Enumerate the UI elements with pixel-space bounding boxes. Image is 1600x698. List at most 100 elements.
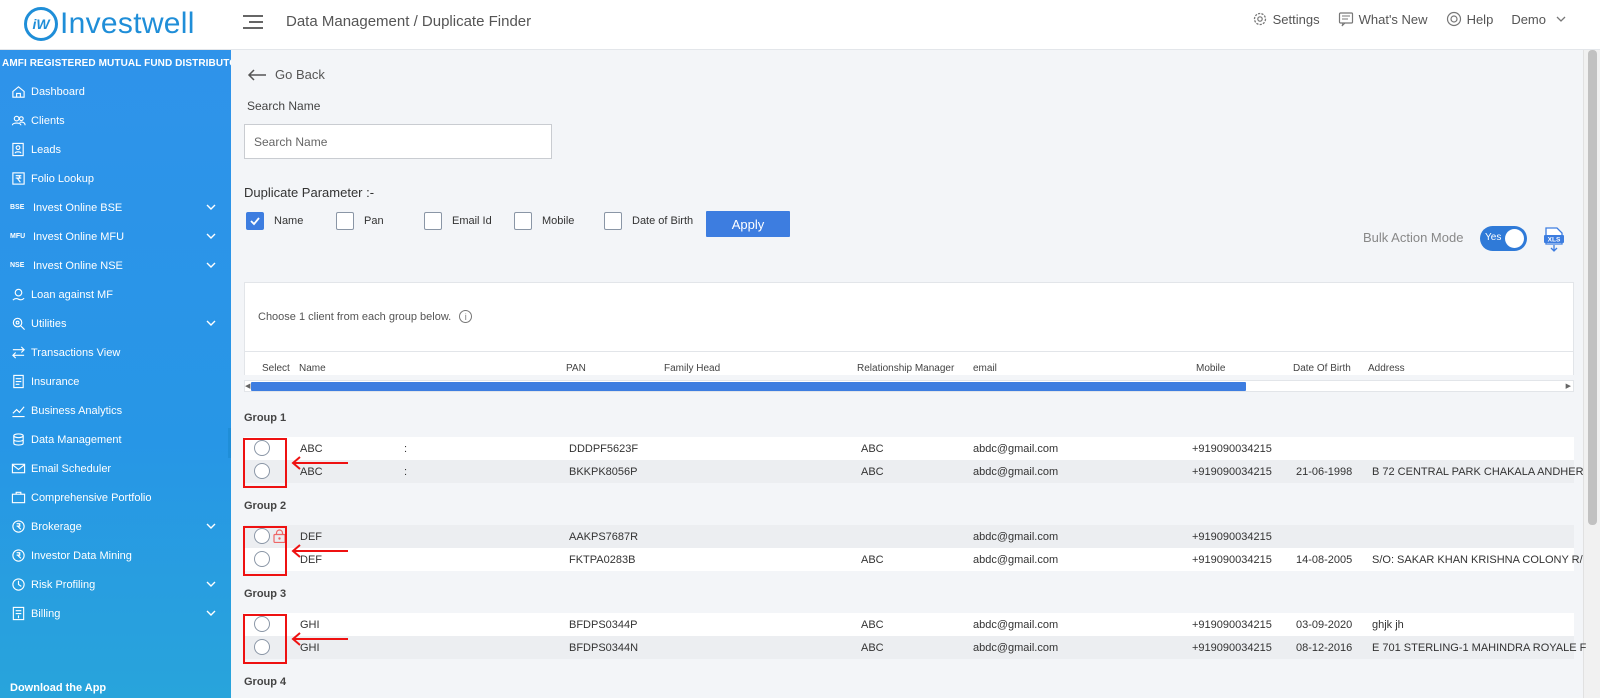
go-back-link[interactable]: Go Back [247,67,325,82]
sidebar-item-folio-lookup[interactable]: Folio Lookup [0,164,231,193]
email-id-checkbox[interactable] [424,212,442,230]
settings-link[interactable]: Settings [1252,11,1320,27]
table-row[interactable]: ABC: DDDPF5623F ABC abdc@gmail.com +91909003… [244,437,1574,460]
table-scroll-thumb[interactable] [251,382,1246,391]
table-row[interactable]: DEF AAKPS7687R abdc@gmail.com +919090034215 [244,525,1574,548]
column-header-email[interactable]: email [973,363,997,374]
mobile-checkbox[interactable] [514,212,532,230]
table-horizontal-scrollbar[interactable]: ◀ ▶ [244,380,1574,392]
info-icon[interactable]: i [459,310,473,323]
xls-label: XLS [1548,237,1561,244]
table-row[interactable]: DEF FKTPA0283B ABC abdc@gmail.com +919090034… [244,548,1583,571]
column-header-date-of-birth[interactable]: Date Of Birth [1293,363,1351,374]
select-radio[interactable] [254,440,270,456]
arrow-left-icon [247,68,266,81]
sidebar-item-label: Transactions View [31,346,121,359]
download-app-link[interactable]: Download the App [10,682,106,694]
sidebar-item-comprehensive-portfolio[interactable]: Comprehensive Portfolio [0,483,231,512]
cell-email: abdc@gmail.com [973,443,1059,455]
sidebar-item-insurance[interactable]: Insurance [0,367,231,396]
menu-toggle-icon[interactable] [243,15,263,33]
column-header-mobile[interactable]: Mobile [1196,363,1225,374]
loan-icon [10,287,26,303]
sidebar-item-business-analytics[interactable]: Business Analytics [0,396,231,425]
chevron-down-icon[interactable] [205,230,217,242]
select-radio[interactable] [254,528,270,544]
sidebar-item-email-scheduler[interactable]: Email Scheduler [0,454,231,483]
select-radio[interactable] [254,639,270,655]
table-row[interactable]: GHI BFDPS0344N ABC abdc@gmail.com +919090034… [244,636,1586,659]
chevron-down-icon[interactable] [205,317,217,329]
sidebar-item-utilities[interactable]: Utilities [0,309,231,338]
table-row[interactable]: ABC: BKKPK8056P ABC abdc@gmail.com +91909003… [244,460,1584,483]
top-bar: iW Investwell Data Management / Duplicat… [0,0,1600,50]
sidebar: AMFI REGISTERED MUTUAL FUND DISTRIBUTOR … [0,50,244,698]
param-name[interactable]: Name [246,212,318,230]
user-menu[interactable]: Demo [1511,12,1566,27]
sidebar-item-clients[interactable]: Clients [0,106,231,135]
param-pan[interactable]: Pan [336,212,406,230]
pan-label: Pan [364,215,384,227]
pan-checkbox[interactable] [336,212,354,230]
investwell-logo[interactable]: iW Investwell [24,7,195,41]
chevron-down-icon[interactable] [205,259,217,271]
sidebar-item-billing[interactable]: Billing [0,599,231,628]
search-name-input[interactable] [244,124,552,159]
name-checkbox[interactable] [246,212,264,230]
bulk-action-toggle[interactable]: Yes [1480,226,1527,251]
select-radio[interactable] [254,463,270,479]
date-of-birth-checkbox[interactable] [604,212,622,230]
sidebar-item-invest-online-mfu[interactable]: MFU Invest Online MFU [0,222,231,251]
sidebar-item-label: Business Analytics [31,404,123,417]
param-mobile[interactable]: Mobile [514,212,586,230]
sidebar-item-invest-online-nse[interactable]: NSE Invest Online NSE [0,251,231,280]
sidebar-item-label: Insurance [31,375,80,388]
cell-email: abdc@gmail.com [973,619,1059,631]
red-arrow-icon [290,544,350,558]
sidebar-item-leads[interactable]: Leads [0,135,231,164]
cell-mobile: +919090034215 [1192,443,1272,455]
scroll-left-icon[interactable]: ◀ [245,382,250,390]
help-label: Help [1466,11,1494,27]
column-header-address[interactable]: Address [1368,363,1405,374]
sidebar-item-brokerage[interactable]: Brokerage [0,512,231,541]
sidebar-item-investor-data-mining[interactable]: Investor Data Mining [0,541,231,570]
insurance-icon [10,374,26,390]
page-scrollbar[interactable] [1583,50,1600,698]
column-header-name[interactable]: Name [299,363,326,374]
column-header-select[interactable]: Select [262,363,290,374]
sidebar-item-invest-online-bse[interactable]: BSE Invest Online BSE [0,193,231,222]
column-header-pan[interactable]: PAN [566,363,586,374]
apply-button[interactable]: Apply [706,211,790,237]
select-radio[interactable] [254,616,270,632]
page-scrollbar-thumb[interactable] [1588,50,1597,525]
sidebar-item-label: Clients [31,114,65,127]
column-header-family-head[interactable]: Family Head [664,363,720,374]
scroll-right-icon[interactable]: ▶ [1566,382,1571,390]
rupee-doc-icon [10,171,26,187]
chevron-down-icon[interactable] [205,201,217,213]
chevron-down-icon[interactable] [205,607,217,619]
sidebar-item-data-management[interactable]: Data Management [0,425,231,454]
sidebar-item-transactions-view[interactable]: Transactions View [0,338,231,367]
bulk-action-label: Bulk Action Mode [1363,230,1464,245]
chevron-down-icon[interactable] [205,520,217,532]
chevron-down-icon[interactable] [205,578,217,590]
xls-download-icon[interactable]: XLS [1543,227,1565,253]
lock-icon [273,529,286,543]
sidebar-item-label: Invest Online MFU [33,230,125,243]
table-row[interactable]: GHI BFDPS0344P ABC abdc@gmail.com +919090034… [244,613,1574,636]
column-header-relationship-manager[interactable]: Relationship Manager [857,363,954,374]
sidebar-item-loan-against-mf[interactable]: Loan against MF [0,280,231,309]
help-link[interactable]: Help [1446,11,1494,27]
param-email-id[interactable]: Email Id [424,212,496,230]
param-date-of-birth[interactable]: Date of Birth [604,212,704,230]
sidebar-item-risk-profiling[interactable]: Risk Profiling [0,570,231,599]
whats-new-link[interactable]: What's New [1338,11,1428,27]
cell-mobile: +919090034215 [1192,554,1272,566]
logo-text: Investwell [60,7,195,40]
select-radio[interactable] [254,551,270,567]
sidebar-item-dashboard[interactable]: Dashboard [0,77,231,106]
cell-sep: : [404,466,408,478]
sidebar-item-label: Risk Profiling [31,578,96,591]
